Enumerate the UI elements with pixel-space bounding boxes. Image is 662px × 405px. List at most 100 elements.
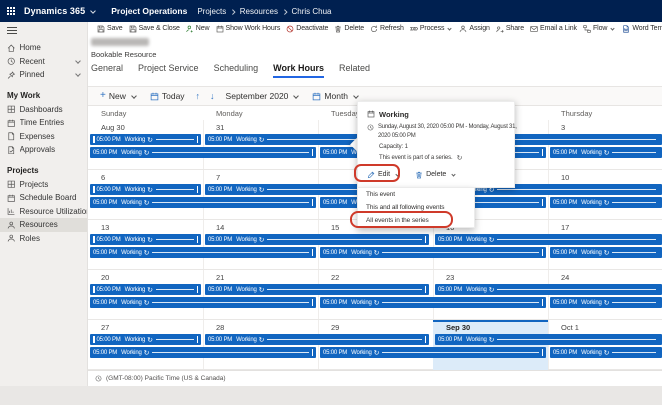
day-header-tuesday: Tuesday (331, 109, 360, 118)
event-bar[interactable]: 05:00 PMWorking (435, 234, 662, 245)
event-bar[interactable]: 05:00 PMWorking (90, 247, 316, 258)
event-bar[interactable]: 05:00 PMWorking (320, 347, 546, 358)
email-link-button[interactable]: Email a Link (527, 25, 580, 33)
sidebar-item-home[interactable]: Home (0, 41, 87, 55)
save-and-close-button[interactable]: Save & Close (126, 25, 183, 33)
event-bar[interactable]: 05:00 PMWorking (550, 247, 662, 258)
previous-period-button[interactable]: ↑ (193, 91, 204, 101)
event-bar[interactable]: 05:00 PMWorking (435, 284, 662, 295)
day-header-sunday: Sunday (101, 109, 126, 118)
date-label: 6 (101, 173, 105, 182)
recurrence-icon (147, 136, 153, 144)
flow-icon (583, 25, 591, 33)
breadcrumb-resources[interactable]: Resources (240, 7, 278, 16)
event-bar[interactable]: 05:00 PMWorking (320, 297, 546, 308)
event-bar[interactable]: 05:00 PMWorking (90, 347, 316, 358)
event-bar[interactable]: 05:00 PMWorking (90, 197, 316, 208)
calendar-today-button[interactable]: Today (146, 91, 189, 101)
record-tabs: General Project Service Scheduling Work … (91, 63, 370, 78)
event-bar[interactable]: 05:00 PMWorking (90, 234, 201, 245)
event-bar[interactable]: 05:00 PMWorking (90, 334, 201, 345)
recurrence-icon (147, 286, 153, 294)
date-label: 28 (216, 323, 224, 332)
event-bar[interactable]: 05:00 PMWorking (90, 284, 201, 295)
event-bar[interactable]: 05:00 PMWorking (90, 184, 201, 195)
process-button[interactable]: Process (407, 25, 457, 33)
delete-button[interactable]: Delete (415, 171, 457, 179)
date-label: 27 (101, 323, 109, 332)
event-bar[interactable]: 05:00 PMWorking (90, 134, 201, 145)
sidebar-item-time-entries[interactable]: Time Entries (0, 116, 87, 130)
calendar-new-button[interactable]: +New (96, 91, 142, 101)
sidebar-item-resources[interactable]: Resources (0, 218, 87, 232)
breadcrumb-projects[interactable]: Projects (197, 7, 226, 16)
event-bar[interactable]: 05:00 PMWorking (205, 234, 429, 245)
event-bar[interactable]: 05:00 PMWorking (435, 334, 662, 345)
refresh-button[interactable]: Refresh (367, 25, 407, 33)
area-title[interactable]: Project Operations (111, 6, 187, 16)
event-bar[interactable]: 05:00 PMWorking (550, 297, 662, 308)
assign-button[interactable]: Assign (456, 25, 492, 33)
event-bar[interactable]: 05:00 PMWorking (90, 147, 316, 158)
deactivate-icon (286, 25, 294, 33)
calendar-week-row: 20 21 22 23 24 05:00 PMWorking 05:00 PMW… (88, 270, 662, 320)
home-icon (7, 44, 16, 53)
sidebar-item-resource-utilization[interactable]: Resource Utilization (0, 205, 87, 219)
sidebar-item-approvals[interactable]: Approvals (0, 143, 87, 157)
sidebar-item-expenses[interactable]: Expenses (0, 130, 87, 144)
sitemap-sidebar: Home Recent Pinned My Work Dashboards Ti… (0, 22, 88, 405)
save-button[interactable]: Save (94, 25, 126, 33)
sidebar-item-recent[interactable]: Recent (0, 55, 87, 69)
person-icon (7, 221, 16, 230)
recurrence-icon (259, 186, 265, 194)
hamburger-menu-icon[interactable] (7, 27, 17, 35)
flow-button[interactable]: Flow (580, 25, 619, 33)
date-label: 10 (561, 173, 569, 182)
share-button[interactable]: Share (493, 25, 527, 33)
date-label: 13 (101, 223, 109, 232)
deactivate-button[interactable]: Deactivate (283, 25, 331, 33)
event-bar[interactable]: 05:00 PMWorking (550, 347, 662, 358)
new-button[interactable]: New (183, 25, 213, 33)
dashboards-icon (7, 105, 16, 114)
next-period-button[interactable]: ↓ (207, 91, 218, 101)
event-bar[interactable]: 05:00 PMWorking (320, 247, 546, 258)
sidebar-item-pinned[interactable]: Pinned (0, 68, 87, 82)
tab-general[interactable]: General (91, 63, 123, 78)
recurrence-icon (147, 186, 153, 194)
event-bar[interactable]: 05:00 PMWorking (205, 284, 429, 295)
receipt-icon (7, 132, 16, 141)
recurrence-icon (489, 236, 495, 244)
event-bar[interactable]: 05:00 PMWorking (550, 147, 662, 158)
tab-scheduling[interactable]: Scheduling (214, 63, 259, 78)
tab-project-service[interactable]: Project Service (138, 63, 199, 78)
popup-title-row: Working (367, 109, 505, 119)
timezone-label: (GMT-08:00) Pacific Time (US & Canada) (106, 375, 226, 382)
period-selector[interactable]: September 2020 (222, 91, 305, 101)
date-label: 15 (331, 223, 339, 232)
recurrence-icon (259, 286, 265, 294)
event-bar[interactable]: 05:00 PMWorking (205, 334, 429, 345)
annotation-series-highlight (350, 211, 453, 228)
waffle-menu-icon[interactable] (7, 7, 16, 16)
event-bar[interactable]: 05:00 PMWorking (550, 197, 662, 208)
sidebar-item-roles[interactable]: Roles (0, 232, 87, 246)
app-title[interactable]: Dynamics 365 (24, 6, 85, 16)
breadcrumb-record[interactable]: Chris Chua (291, 7, 331, 16)
event-bar[interactable]: 05:00 PMWorking (90, 297, 316, 308)
view-selector[interactable]: Month (308, 91, 364, 101)
sidebar-item-dashboards[interactable]: Dashboards (0, 103, 87, 117)
chevron-down-icon[interactable] (90, 8, 96, 14)
tab-work-hours[interactable]: Work Hours (273, 63, 324, 78)
app-window: Dynamics 365 Project Operations Projects… (0, 0, 662, 405)
show-work-hours-button[interactable]: Show Work Hours (213, 25, 284, 33)
sidebar-item-schedule-board[interactable]: Schedule Board (0, 191, 87, 205)
board-icon (7, 194, 16, 203)
chevron-down-icon (353, 93, 359, 99)
word-templates-button[interactable]: Word Templates (619, 25, 662, 33)
sidebar-item-projects[interactable]: Projects (0, 178, 87, 192)
tab-related[interactable]: Related (339, 63, 370, 78)
menu-item-this-event[interactable]: This event (358, 188, 474, 201)
delete-button[interactable]: Delete (331, 25, 367, 33)
recurrence-icon (604, 149, 610, 157)
